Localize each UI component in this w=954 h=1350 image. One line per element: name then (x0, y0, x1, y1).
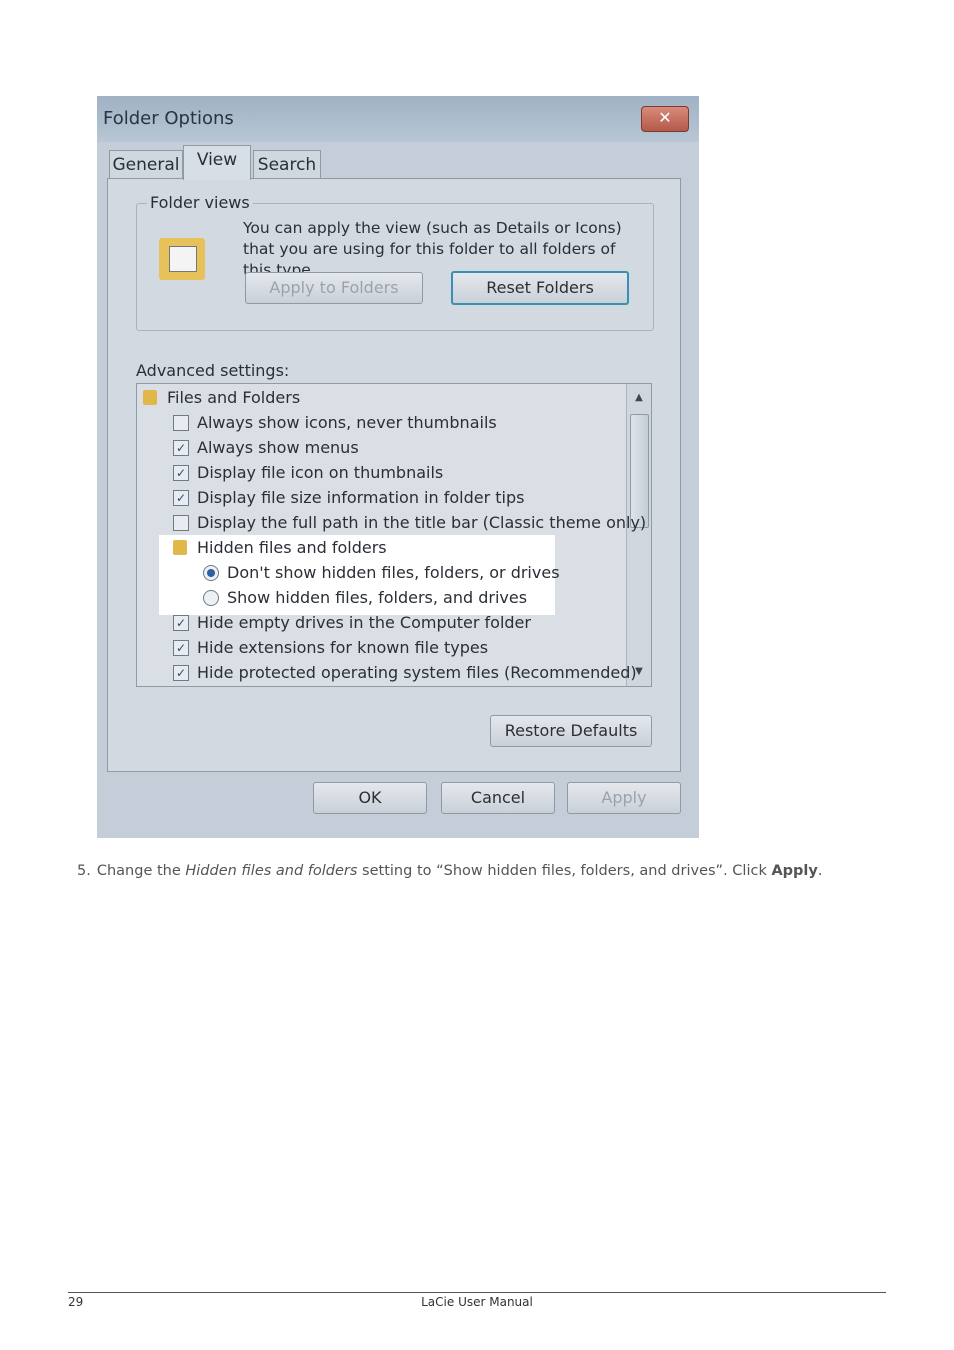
footer-rule (68, 1292, 886, 1293)
setting-label: Show hidden files, folders, and drives (227, 588, 528, 607)
manual-title: LaCie User Manual (421, 1295, 533, 1309)
apply-button[interactable]: Apply (567, 782, 681, 814)
setting-label: Display the full path in the title bar (… (197, 513, 647, 532)
setting-label: Hidden files and folders (197, 538, 387, 557)
reset-folders-button[interactable]: Reset Folders (451, 271, 629, 305)
instruction-step: 5. Change the Hidden files and folders se… (77, 863, 822, 879)
settings-scrollbar[interactable]: ▲ ▼ (626, 384, 651, 686)
setting-label: Hide protected operating system files (R… (197, 663, 637, 682)
checkbox-checked-icon[interactable]: ✓ (173, 665, 189, 681)
setting-label: Display file size information in folder … (197, 488, 525, 507)
setting-label: Always show menus (197, 438, 359, 457)
folder-icon (143, 390, 157, 405)
step-number: 5. (77, 863, 91, 879)
cancel-button[interactable]: Cancel (441, 782, 555, 814)
advanced-settings-label: Advanced settings: (136, 361, 290, 380)
tab-view[interactable]: View (183, 145, 251, 180)
setting-label: Hide extensions for known file types (197, 638, 489, 657)
step-middle: setting to “Show hidden files, folders, … (357, 863, 772, 879)
title-bar: Folder Options ✕ (97, 96, 699, 142)
checkbox-unchecked-icon[interactable] (173, 415, 189, 431)
restore-defaults-button[interactable]: Restore Defaults (490, 715, 652, 747)
radio-selected-icon[interactable] (203, 565, 219, 581)
step-prefix: Change the (96, 863, 186, 879)
scroll-up-arrow-icon[interactable]: ▲ (627, 388, 651, 408)
folder-options-screenshot: Folder Options ✕ General View Search Fol… (97, 96, 699, 838)
tab-search[interactable]: Search (253, 150, 321, 179)
setting-label: Files and Folders (167, 388, 301, 407)
setting-label: Hide empty drives in the Computer folder (197, 613, 531, 632)
dialog-title: Folder Options (103, 108, 234, 129)
setting-label: Always show icons, never thumbnails (197, 413, 497, 432)
step-action: Apply (771, 863, 818, 879)
setting-label: Display file icon on thumbnails (197, 463, 444, 482)
checkbox-checked-icon[interactable]: ✓ (173, 440, 189, 456)
advanced-settings-list[interactable]: ▲ ▼ Files and Folders Always show icons, … (136, 383, 652, 687)
ok-button[interactable]: OK (313, 782, 427, 814)
folder-views-icon (159, 238, 205, 280)
step-suffix: . (817, 863, 823, 879)
step-setting-name: Hidden files and folders (185, 863, 358, 879)
folder-views-label: Folder views (147, 193, 253, 212)
checkbox-checked-icon[interactable]: ✓ (173, 615, 189, 631)
folder-icon (173, 540, 187, 555)
radio-unselected-icon[interactable] (203, 590, 219, 606)
apply-to-folders-button[interactable]: Apply to Folders (245, 272, 423, 304)
tab-general[interactable]: General (109, 150, 183, 179)
folder-views-group: Folder views You can apply the view (suc… (136, 193, 654, 331)
close-button[interactable]: ✕ (641, 106, 689, 132)
setting-label: Don't show hidden files, folders, or dri… (227, 563, 560, 582)
checkbox-unchecked-icon[interactable] (173, 515, 189, 531)
view-tab-panel: Folder views You can apply the view (suc… (107, 178, 681, 772)
dialog-client-area: General View Search Folder views You can… (97, 142, 699, 838)
checkbox-checked-icon[interactable]: ✓ (173, 490, 189, 506)
checkbox-checked-icon[interactable]: ✓ (173, 465, 189, 481)
checkbox-checked-icon[interactable]: ✓ (173, 640, 189, 656)
